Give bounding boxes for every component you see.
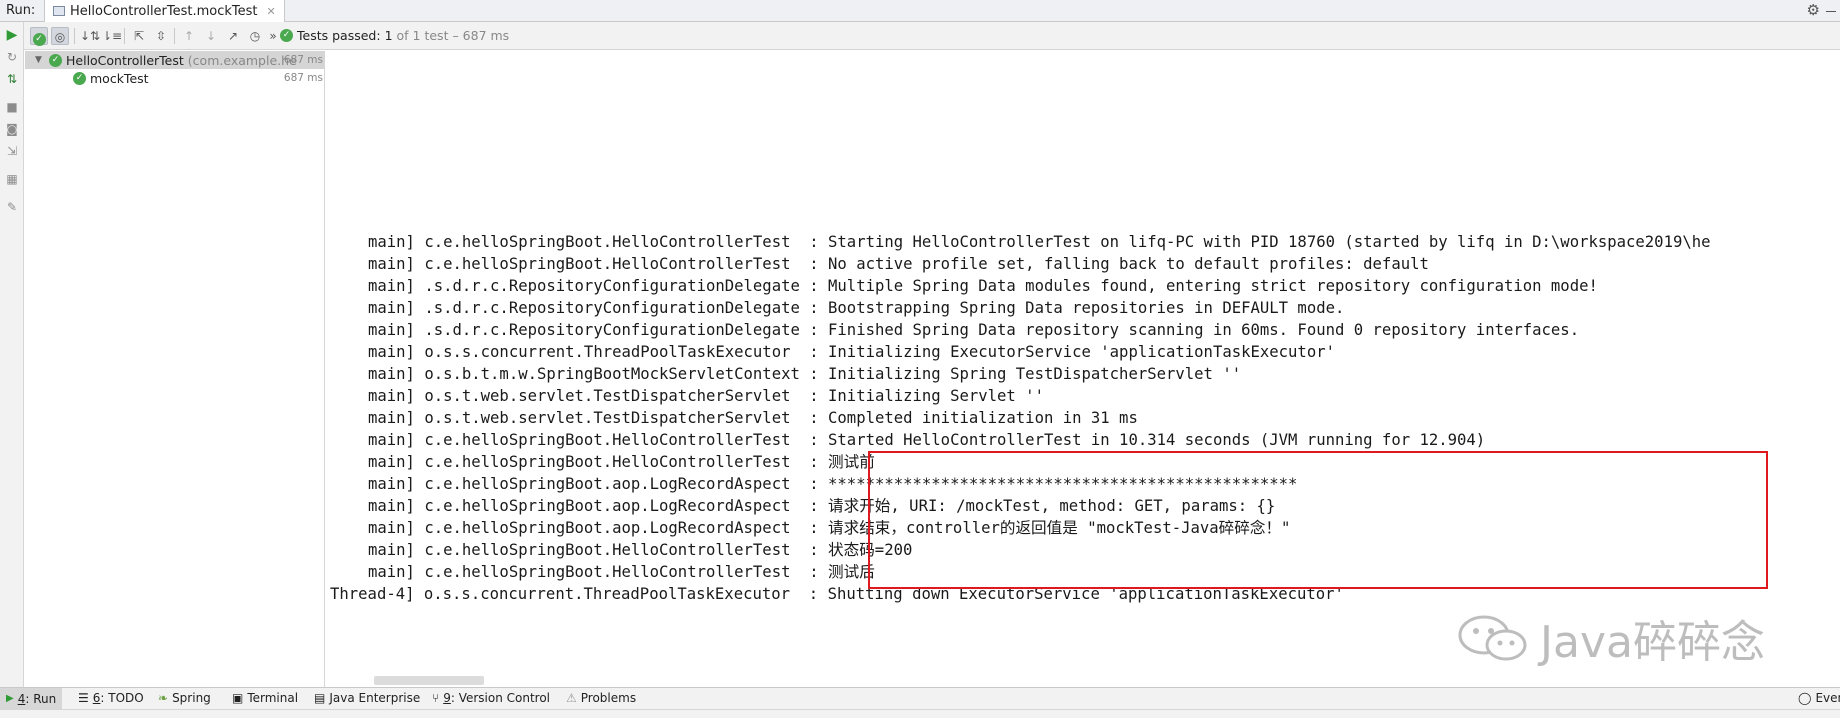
highlight-box	[868, 451, 1768, 589]
console-line: main] c.e.helloSpringBoot.HelloControlle…	[368, 453, 875, 471]
test-passed-icon: ✓	[280, 29, 293, 42]
vc-tab-label: : Version Control	[450, 691, 551, 705]
tree-child-time: 687 ms	[283, 72, 323, 84]
run-tab-title: HelloControllerTest.mockTest	[70, 3, 258, 19]
show-passed-icon[interactable]: ✓	[30, 27, 48, 46]
separator	[124, 28, 125, 44]
list-icon: ☰	[78, 691, 89, 705]
status-bar	[0, 709, 1840, 718]
console-line: main] .s.d.r.c.RepositoryConfigurationDe…	[368, 299, 1345, 317]
status-passed-label: Tests passed:	[297, 28, 381, 43]
tree-row-root[interactable]: ▼ ✓ HelloControllerTest (com.example.he …	[25, 51, 325, 69]
tool-tab-terminal[interactable]: ▣ Terminal	[232, 691, 298, 705]
chevron-down-icon[interactable]: ▼	[35, 55, 45, 65]
exit-icon[interactable]: ⇲	[5, 144, 19, 158]
branch-icon: ⑂	[432, 691, 440, 705]
console-line: main] o.s.t.web.servlet.TestDispatcherSe…	[368, 409, 1138, 427]
stop-icon[interactable]: ■	[5, 100, 19, 114]
pin-icon[interactable]: ✎	[5, 200, 19, 214]
terminal-icon: ▣	[232, 691, 244, 705]
layout-icon[interactable]: ▦	[5, 172, 19, 186]
java-enterprise-icon: ▤	[314, 691, 326, 705]
tool-tab-problems[interactable]: ⚠ Problems	[566, 691, 636, 705]
collapse-all-icon[interactable]: ⇳	[152, 27, 170, 45]
separator	[74, 28, 75, 44]
close-tab-icon[interactable]: ✕	[267, 5, 276, 18]
console-line: main] c.e.helloSpringBoot.HelloControlle…	[368, 255, 1429, 273]
watermark-text: Java碎碎念	[1540, 617, 1765, 668]
export-icon[interactable]: ↗	[224, 27, 242, 45]
tree-root-time: 687 ms	[283, 54, 323, 66]
console-line: main] c.e.helloSpringBoot.HelloControlle…	[368, 563, 875, 581]
rerun-failed-icon[interactable]: ↻	[5, 50, 19, 64]
console-line: main] o.s.t.web.servlet.TestDispatcherSe…	[368, 387, 1044, 405]
tool-tab-event-log[interactable]: ◯ Even	[1798, 691, 1840, 705]
run-tool-window-header: Run: HelloControllerTest.mockTest ✕ ⚙	[0, 0, 1840, 22]
console-line: main] c.e.helloSpringBoot.HelloControlle…	[368, 233, 1711, 251]
tool-tab-todo[interactable]: ☰ 6: TODO	[78, 691, 144, 705]
tool-tab-java-enterprise[interactable]: ▤ Java Enterprise	[314, 691, 420, 705]
tool-tab-run[interactable]: ▶ 4: Run	[0, 688, 63, 709]
run-label: Run:	[6, 3, 36, 18]
run-tab-label: : Run	[25, 691, 57, 706]
java-enterprise-tab-label: Java Enterprise	[329, 691, 421, 705]
test-passed-icon: ✓	[49, 53, 62, 67]
next-test-icon[interactable]: ↓	[202, 27, 220, 45]
horizontal-scrollbar[interactable]	[374, 676, 484, 685]
vc-tab-shortcut: 9	[443, 691, 451, 705]
tool-tab-spring[interactable]: ❧ Spring	[158, 691, 211, 705]
minimize-icon[interactable]	[1826, 11, 1836, 12]
terminal-tab-label: Terminal	[247, 691, 299, 705]
status-count: 1	[384, 28, 393, 43]
wechat-logo-icon	[1458, 615, 1527, 661]
show-ignored-icon[interactable]: ◎	[51, 27, 69, 45]
todo-tab-label: : TODO	[100, 691, 144, 705]
toggle-auto-test-icon[interactable]: ⇅	[5, 72, 19, 86]
event-log-icon: ◯	[1798, 691, 1812, 705]
tool-tab-version-control[interactable]: ⑂ 9: Version Control	[432, 691, 550, 705]
left-toolbar: ▶ ↻ ⇅ ■ ◙ ⇲ ▦ ✎	[0, 22, 24, 687]
status-detail: of 1 test – 687 ms	[396, 28, 510, 43]
run-icon: ▶	[6, 693, 14, 704]
console-line: main] o.s.b.t.m.w.SpringBootMockServletC…	[368, 365, 1242, 383]
console-line: main] o.s.s.concurrent.ThreadPoolTaskExe…	[368, 343, 1335, 361]
warning-icon: ⚠	[566, 691, 577, 705]
spring-leaf-icon: ❧	[158, 691, 169, 705]
tool-window-bar: ▶ 4: Run ☰ 6: TODO ❧ Spring ▣ Terminal ▤…	[0, 687, 1840, 709]
sort-duration-icon[interactable]: ⇂≡	[102, 27, 122, 45]
separator	[174, 28, 175, 44]
tree-root-name: HelloControllerTest	[66, 52, 184, 68]
console-line: main] c.e.helloSpringBoot.HelloControlle…	[368, 541, 913, 559]
sort-alpha-icon[interactable]: ↓⇅	[80, 27, 100, 45]
problems-tab-label: Problems	[580, 691, 637, 705]
camera-icon[interactable]: ◙	[5, 122, 19, 136]
history-icon[interactable]: ◷	[246, 27, 264, 45]
test-status: ✓ Tests passed: 1 of 1 test – 687 ms	[280, 28, 509, 43]
test-tree: ▼ ✓ HelloControllerTest (com.example.he …	[25, 51, 325, 687]
run-config-tab[interactable]: HelloControllerTest.mockTest ✕	[44, 0, 285, 22]
test-config-icon	[53, 6, 65, 16]
console-line: main] c.e.helloSpringBoot.HelloControlle…	[368, 431, 1486, 449]
gear-icon[interactable]: ⚙	[1807, 1, 1820, 19]
spring-tab-label: Spring	[172, 691, 211, 705]
test-runner-toolbar: ✓ ◎ ↓⇅ ⇂≡ ⇱ ⇳ ↑ ↓ ↗ ◷ » ✓ Tests passed: …	[24, 22, 1840, 50]
previous-test-icon[interactable]: ↑	[180, 27, 198, 45]
watermark: Java碎碎念	[1456, 606, 1765, 670]
tree-child-name: mockTest	[90, 70, 149, 86]
rerun-icon[interactable]: ▶	[5, 28, 19, 42]
console-output[interactable]: main] c.e.helloSpringBoot.HelloControlle…	[326, 51, 1840, 687]
tree-row-mocktest[interactable]: ✓ mockTest 687 ms	[25, 69, 325, 87]
console-line: main] .s.d.r.c.RepositoryConfigurationDe…	[368, 277, 1598, 295]
console-line: main] .s.d.r.c.RepositoryConfigurationDe…	[368, 321, 1580, 339]
expand-all-icon[interactable]: ⇱	[130, 27, 148, 45]
tree-root-package: (com.example.he	[187, 52, 297, 68]
event-log-label: Even	[1815, 691, 1840, 705]
test-passed-icon: ✓	[73, 71, 86, 85]
